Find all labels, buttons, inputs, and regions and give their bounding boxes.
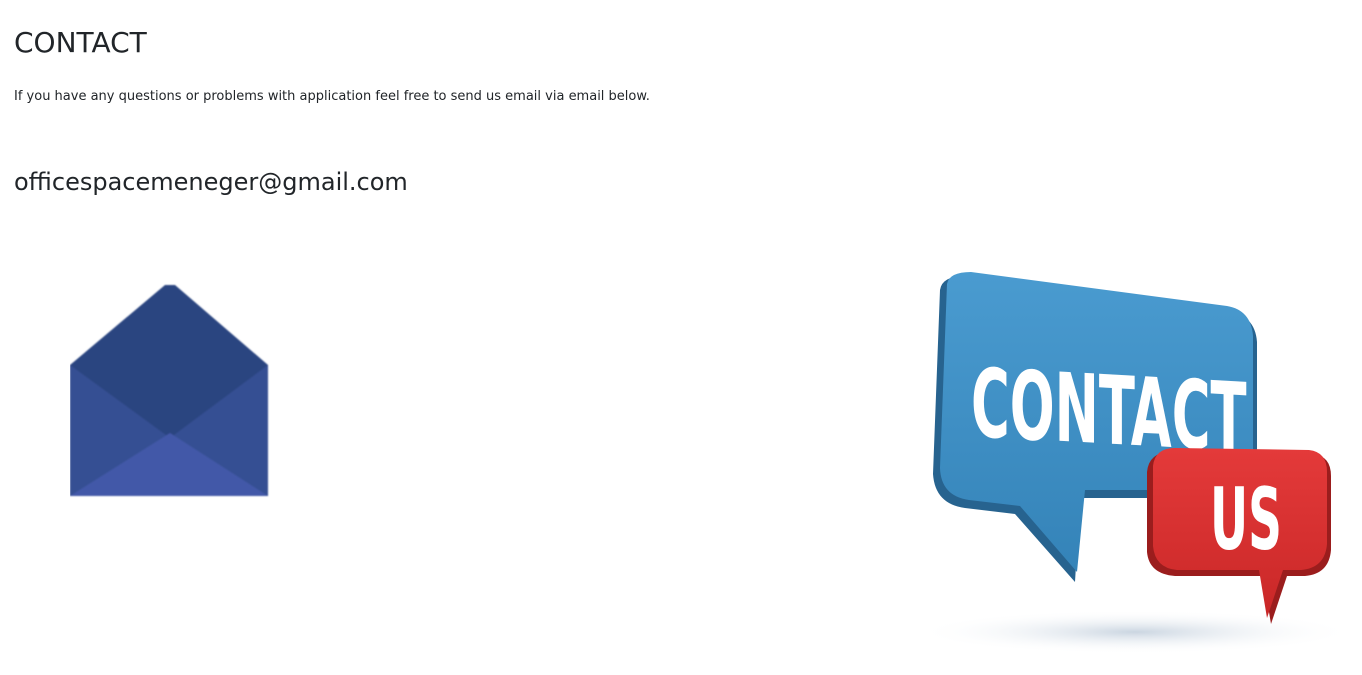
contact-email[interactable]: officespacemeneger@gmail.com [14,166,408,198]
graphic-us-text: US [1210,470,1282,570]
intro-text: If you have any questions or problems wi… [14,89,650,104]
page-title: CONTACT [14,26,147,59]
envelope-icon [70,285,268,496]
contact-page: CONTACT If you have any questions or pro… [0,0,1362,675]
contact-us-graphic: CONTACT US [915,272,1350,654]
